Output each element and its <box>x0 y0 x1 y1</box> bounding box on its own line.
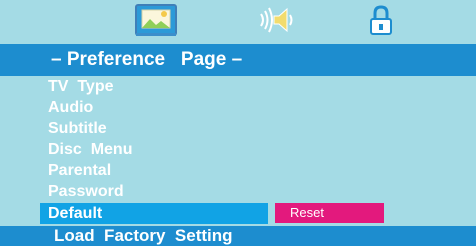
menu-item-label: Audio <box>48 99 94 116</box>
help-bar: Load Factory Setting <box>0 226 476 246</box>
menu-item-label: Disc Menu <box>48 141 133 158</box>
lock-icon[interactable] <box>368 0 394 40</box>
menu-item-label: Subtitle <box>48 120 107 137</box>
reset-option-label: Reset <box>290 205 324 220</box>
page-title-bar: – Preference Page – <box>0 44 476 76</box>
menu-item-disc-menu[interactable]: Disc Menu <box>0 139 476 160</box>
category-icon-bar <box>0 0 476 44</box>
photo-icon[interactable] <box>132 0 180 40</box>
reset-option[interactable]: Reset <box>275 203 384 223</box>
settings-menu: TV Type Audio Subtitle Disc Menu Parenta… <box>0 76 476 224</box>
menu-item-label: Default <box>48 205 103 222</box>
speaker-icon[interactable] <box>258 0 298 40</box>
setup-menu: – Preference Page – TV Type Audio Subtit… <box>0 0 476 246</box>
menu-item-tv-type[interactable]: TV Type <box>0 76 476 97</box>
menu-item-parental[interactable]: Parental <box>0 160 476 181</box>
menu-item-label: TV Type <box>48 78 114 95</box>
menu-item-label: Parental <box>48 162 112 179</box>
menu-item-default[interactable]: Default <box>0 203 476 224</box>
menu-item-password[interactable]: Password <box>0 181 476 202</box>
menu-item-label: Password <box>48 183 124 200</box>
menu-item-audio[interactable]: Audio <box>0 97 476 118</box>
menu-item-subtitle[interactable]: Subtitle <box>0 118 476 139</box>
page-title: – Preference Page – <box>51 49 243 70</box>
help-text: Load Factory Setting <box>54 226 233 245</box>
